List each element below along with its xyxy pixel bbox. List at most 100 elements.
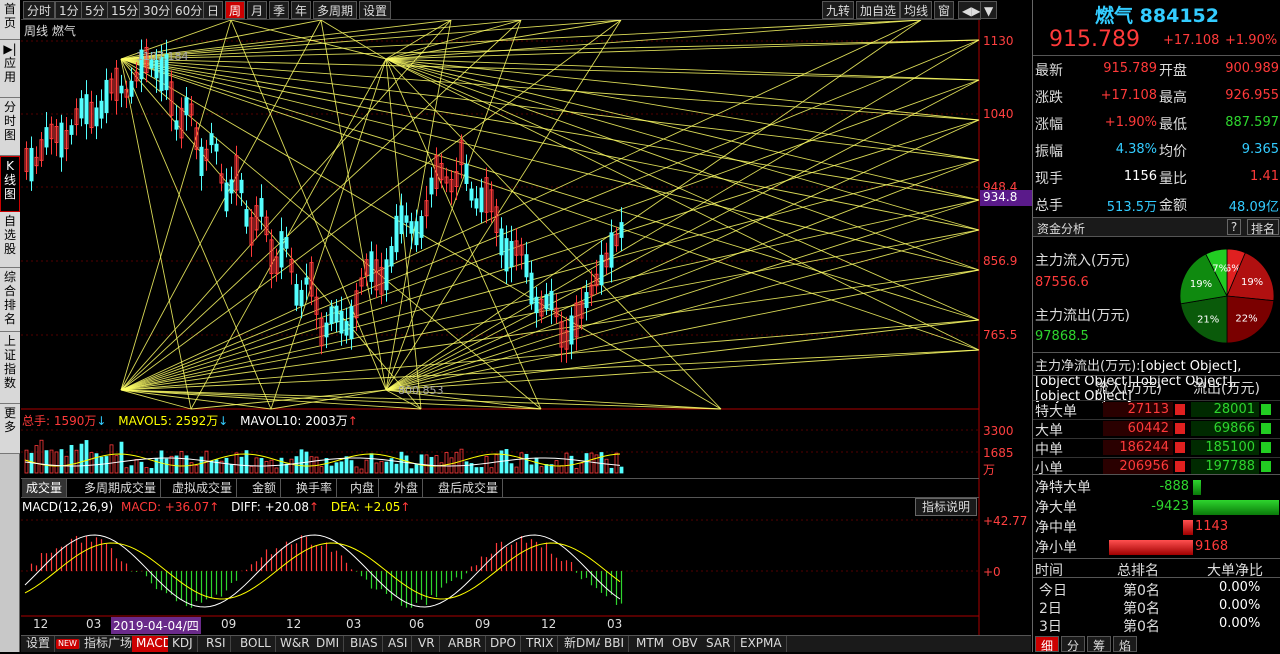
x-tick: 09 <box>221 617 237 631</box>
candle-body <box>329 306 334 325</box>
indicator-tab-12[interactable]: ARBR <box>444 636 487 652</box>
indicator-tab-10[interactable]: ASI <box>384 636 413 652</box>
period-1[interactable]: 1分 <box>55 1 83 19</box>
volume-bar <box>339 461 344 474</box>
toolbar-right-5[interactable]: ▼ <box>980 1 998 19</box>
indicator-tab-6[interactable]: BOLL <box>236 636 276 652</box>
divider <box>1033 352 1280 353</box>
volume-tab-2[interactable]: 虚拟成交量 <box>168 479 238 497</box>
panel-tab-3[interactable]: 焰 <box>1113 636 1137 653</box>
nav-more[interactable]: 更 多 <box>0 404 20 454</box>
rank-ratio-head: 大单净比 <box>1207 563 1263 579</box>
indicator-tab-20[interactable]: EXPMA <box>736 636 787 652</box>
volume-bar <box>434 455 439 474</box>
volume-tab-6[interactable]: 外盘 <box>390 479 424 497</box>
rank-total-head: 总排名 <box>1117 563 1159 579</box>
period-11[interactable]: 多周期 <box>313 1 358 19</box>
nav-apps[interactable]: ▶| 应 用 <box>0 40 20 98</box>
pie-label: 19% <box>1190 279 1212 290</box>
candle-body <box>474 198 479 209</box>
indicator-tab-5[interactable]: RSI <box>202 636 231 652</box>
volume-tab-4[interactable]: 换手率 <box>292 479 338 497</box>
period-0[interactable]: 分时 <box>23 1 56 19</box>
nav-timeshare[interactable]: 分 时 图 <box>0 98 20 156</box>
indicator-tab-13[interactable]: DPO <box>486 636 521 652</box>
indicator-tab-0[interactable]: 设置 <box>22 636 56 652</box>
volume-bar <box>269 459 274 474</box>
in-marker <box>1175 423 1185 434</box>
nav-kline[interactable]: K 线 图 <box>0 156 20 212</box>
rank-time-head: 时间 <box>1035 563 1063 579</box>
candle-body <box>529 272 534 305</box>
period-7[interactable]: 周 <box>225 1 246 19</box>
x-tick: 09 <box>475 617 491 631</box>
period-9[interactable]: 季 <box>269 1 290 19</box>
rank-position: 第0名 <box>1123 583 1160 599</box>
fund-in: 206956 <box>1103 459 1173 474</box>
period-8[interactable]: 月 <box>247 1 268 19</box>
indicator-tab-7[interactable]: W&R <box>276 636 315 652</box>
volume-tab-5[interactable]: 内盘 <box>346 479 380 497</box>
volume-bar <box>559 465 564 474</box>
indicator-tab-9[interactable]: BIAS <box>346 636 383 652</box>
fund-row-name: 中单 <box>1035 442 1063 458</box>
kline-chart[interactable] <box>21 20 1031 636</box>
period-4[interactable]: 30分 <box>139 1 175 19</box>
period-12[interactable]: 设置 <box>359 1 392 19</box>
indicator-tab-14[interactable]: TRIX <box>522 636 559 652</box>
quote-label: 最新 <box>1035 63 1063 79</box>
macd-name: MACD(12,26,9) <box>22 500 114 514</box>
panel-tab-1[interactable]: 分 <box>1061 636 1085 653</box>
rank-button[interactable]: 排名 <box>1247 219 1279 236</box>
nav-watchlist[interactable]: 自 选 股 <box>0 212 20 268</box>
candle-body <box>29 147 34 182</box>
toolbar-right-3[interactable]: 窗 <box>934 1 955 19</box>
volume-bar <box>154 458 159 474</box>
volume-tab-1[interactable]: 多周期成交量 <box>80 479 162 497</box>
quote-value: 900.989 <box>1225 61 1279 76</box>
indicator-help-button[interactable]: 指标说明 <box>915 498 977 516</box>
indicator-tab-17[interactable]: MTM <box>632 636 670 652</box>
toolbar-right-2[interactable]: 均线 <box>900 1 933 19</box>
volume-tab-7[interactable]: 盘后成交量 <box>434 479 504 497</box>
nav-sh-index[interactable]: 上 证 指 数 <box>0 332 20 404</box>
indicator-tab-1[interactable]: NEW <box>56 639 80 649</box>
candle-body <box>544 294 549 310</box>
volume-bar <box>94 453 99 474</box>
candle-body <box>549 290 554 310</box>
indicator-tab-18[interactable]: OBV <box>668 636 703 652</box>
indicator-tab-11[interactable]: VR <box>414 636 440 652</box>
period-3[interactable]: 15分 <box>107 1 143 19</box>
candle-body <box>84 94 89 125</box>
gann-line <box>385 269 980 391</box>
funds-pie-chart: 6%19%22%21%19%7% <box>1179 248 1275 344</box>
vol-tick: 1685 <box>983 446 1014 460</box>
period-10[interactable]: 年 <box>291 1 312 19</box>
volume-bar <box>449 457 454 474</box>
gann-line <box>385 159 980 391</box>
period-2[interactable]: 5分 <box>81 1 109 19</box>
volume-tab-3[interactable]: 金额 <box>248 479 282 497</box>
panel-tab-0[interactable]: 细 <box>1035 636 1059 653</box>
nav-home[interactable]: 首 页 <box>0 0 20 40</box>
total-volume: 总手: 1590万 <box>22 414 97 428</box>
help-button[interactable]: ? <box>1227 219 1241 235</box>
nav-ranking[interactable]: 综 合 排 名 <box>0 268 20 332</box>
current-price-tag: 934.8 <box>980 190 1032 206</box>
volume-tab-0[interactable]: 成交量 <box>22 479 68 497</box>
indicator-tab-16[interactable]: BBI <box>600 636 630 652</box>
panel-tab-2[interactable]: 筹 <box>1087 636 1111 653</box>
price-tick: 1040 <box>983 107 1014 121</box>
indicator-tab-2[interactable]: 指标广场 <box>80 636 138 652</box>
toolbar-right-1[interactable]: 加自选 <box>856 1 901 19</box>
period-5[interactable]: 60分 <box>171 1 207 19</box>
indicator-tab-8[interactable]: DMI <box>312 636 345 652</box>
volume-bar <box>479 467 484 474</box>
candle-body <box>129 80 134 97</box>
toolbar-right-0[interactable]: 九转 <box>822 1 855 19</box>
indicator-tab-19[interactable]: SAR <box>702 636 736 652</box>
volume-bar <box>394 463 399 474</box>
indicator-tab-4[interactable]: KDJ <box>168 636 198 652</box>
quote-label: 金额 <box>1159 198 1187 214</box>
period-6[interactable]: 日 <box>203 1 224 19</box>
